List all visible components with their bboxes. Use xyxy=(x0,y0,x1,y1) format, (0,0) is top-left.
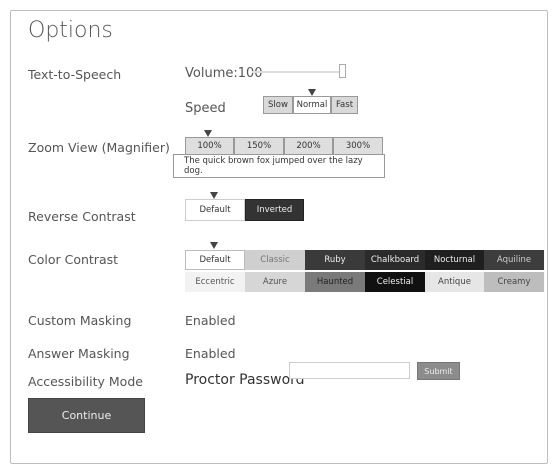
color-default-button[interactable]: Default xyxy=(185,250,245,270)
accessibility-mode-label: Accessibility Mode xyxy=(28,374,143,389)
volume-readout: Volume:100 xyxy=(185,66,263,81)
zoom-sample-text: The quick brown fox jumped over the lazy… xyxy=(173,154,385,178)
custom-masking-value[interactable]: Enabled xyxy=(185,313,236,328)
zoom-option-300[interactable]: 300% xyxy=(333,137,383,155)
reverse-inverted-button[interactable]: Inverted xyxy=(245,199,304,221)
reverse-contrast-selected-marker-icon xyxy=(210,192,218,199)
color-ruby-button[interactable]: Ruby xyxy=(305,250,365,270)
proctor-password-label: Proctor Password xyxy=(185,372,305,388)
zoom-option-150[interactable]: 150% xyxy=(234,137,284,155)
color-antique-button[interactable]: Antique xyxy=(425,272,484,292)
answer-masking-label: Answer Masking xyxy=(28,346,130,361)
proctor-password-input[interactable] xyxy=(289,362,410,379)
tts-label: Text-to-Speech xyxy=(28,67,122,82)
color-classic-button[interactable]: Classic xyxy=(245,250,305,270)
speed-slow-button[interactable]: Slow xyxy=(263,96,293,114)
speed-fast-button[interactable]: Fast xyxy=(331,96,358,114)
color-aquiline-button[interactable]: Aquiline xyxy=(484,250,544,270)
zoom-label: Zoom View (Magnifier) xyxy=(28,140,170,155)
continue-button[interactable]: Continue xyxy=(28,398,145,433)
answer-masking-value[interactable]: Enabled xyxy=(185,346,236,361)
page-title: Options xyxy=(28,18,113,43)
color-azure-button[interactable]: Azure xyxy=(245,272,305,292)
volume-slider-track[interactable] xyxy=(252,71,346,73)
speed-selected-marker-icon xyxy=(308,89,316,96)
zoom-selected-marker-icon xyxy=(204,130,212,137)
submit-button[interactable]: Submit xyxy=(417,362,460,380)
volume-slider-thumb[interactable] xyxy=(339,64,346,78)
color-nocturnal-button[interactable]: Nocturnal xyxy=(425,250,484,270)
speed-label: Speed xyxy=(185,101,226,116)
reverse-default-button[interactable]: Default xyxy=(185,199,245,221)
color-chalkboard-button[interactable]: Chalkboard xyxy=(365,250,425,270)
custom-masking-label: Custom Masking xyxy=(28,313,132,328)
color-celestial-button[interactable]: Celestial xyxy=(365,272,425,292)
zoom-option-100[interactable]: 100% xyxy=(185,137,234,155)
color-contrast-selected-marker-icon xyxy=(210,242,218,249)
speed-normal-button[interactable]: Normal xyxy=(293,96,331,114)
reverse-contrast-label: Reverse Contrast xyxy=(28,209,136,224)
color-eccentric-button[interactable]: Eccentric xyxy=(185,272,245,292)
color-creamy-button[interactable]: Creamy xyxy=(484,272,544,292)
color-haunted-button[interactable]: Haunted xyxy=(305,272,365,292)
color-contrast-label: Color Contrast xyxy=(28,252,119,267)
zoom-option-200[interactable]: 200% xyxy=(284,137,333,155)
